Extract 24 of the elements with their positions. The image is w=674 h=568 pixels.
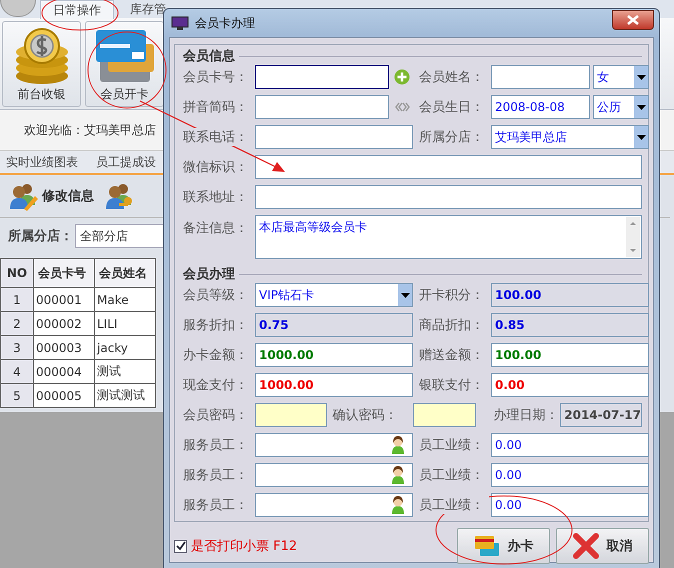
table-cell: 3 (0, 336, 34, 360)
welcome-text: 欢迎光临：艾玛美甲总店 (24, 122, 156, 138)
column-header: NO (0, 258, 34, 288)
table-cell: jacky (94, 336, 156, 360)
table-cell: 000004 (34, 360, 94, 384)
filter-label: 所属分店： (8, 228, 73, 245)
table-cell: Make (94, 288, 156, 312)
field-label: 员工业绩： (419, 496, 489, 514)
table-cell: LILI (94, 312, 156, 336)
table-cell: 测试测试 (94, 384, 156, 408)
section-title: 会员信息 (183, 48, 235, 65)
table-cell: 测试 (94, 360, 156, 384)
window-title: 会员卡办理 (195, 14, 255, 32)
table-cell: 000002 (34, 312, 94, 336)
table-cell: 4 (0, 360, 34, 384)
table-cell: 000003 (34, 336, 94, 360)
column-header: 会员姓名 (94, 258, 156, 288)
table-cell: 1 (0, 288, 34, 312)
table-cell: 000005 (34, 384, 94, 408)
table-cell: 000001 (34, 288, 94, 312)
column-header: 会员卡号 (34, 258, 94, 288)
section-title: 会员办理 (183, 266, 235, 283)
table-cell: 2 (0, 312, 34, 336)
table-cell: 5 (0, 384, 34, 408)
